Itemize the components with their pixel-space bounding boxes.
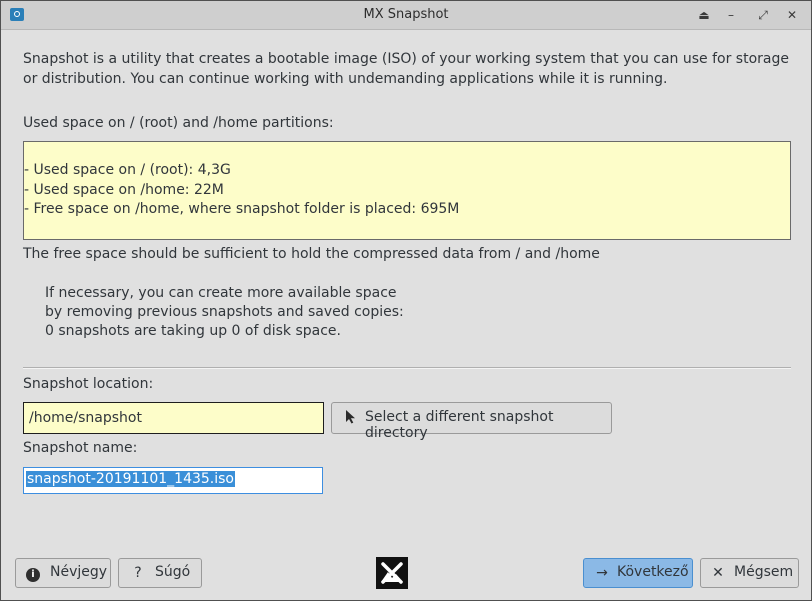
next-label: Következő [617, 564, 689, 580]
cancel-button[interactable]: ✕ Mégsem [700, 558, 799, 588]
select-directory-button[interactable]: Select a different snapshot directory [331, 402, 612, 441]
cancel-label: Mégsem [734, 564, 794, 580]
cursor-arrow-icon [343, 410, 359, 426]
snapshot-count-line: 0 snapshots are taking up 0 of disk spac… [45, 323, 341, 339]
used-space-home-line: - Used space on /home: 22M [24, 181, 224, 198]
mx-snapshot-window: MX Snapshot ⏏ – ⤢ ✕ Snapshot is a utilit… [0, 0, 812, 601]
free-space-note: The free space should be sufficient to h… [23, 246, 600, 262]
hint-line: If necessary, you can create more availa… [45, 285, 397, 301]
help-button[interactable]: ? Súgó [118, 558, 202, 588]
snapshot-location-field[interactable]: /home/snapshot [23, 402, 324, 434]
used-space-label: Used space on / (root) and /home partiti… [23, 115, 334, 131]
used-space-info-box: - Used space on / (root): 4,3G - Used sp… [23, 141, 791, 240]
info-icon: i [25, 565, 41, 582]
snapshot-name-field[interactable]: snapshot-20191101_1435.iso [23, 467, 323, 494]
close-window-icon[interactable]: ✕ [782, 5, 802, 25]
question-mark-icon: ? [134, 565, 142, 581]
about-button[interactable]: i Névjegy [15, 558, 111, 588]
close-icon: ✕ [712, 565, 724, 581]
free-space-hint: If necessary, you can create more availa… [45, 284, 404, 341]
next-button[interactable]: → Következő [583, 558, 693, 588]
used-space-root-line: - Used space on / (root): 4,3G [24, 162, 231, 178]
title-bar[interactable]: MX Snapshot ⏏ – ⤢ ✕ [1, 1, 811, 30]
snapshot-location-label: Snapshot location: [23, 376, 154, 392]
help-label: Súgó [155, 564, 191, 580]
about-label: Névjegy [50, 564, 108, 580]
snapshot-name-value: snapshot-20191101_1435.iso [26, 471, 235, 487]
hint-line: by removing previous snapshots and saved… [45, 304, 404, 320]
window-title: MX Snapshot [363, 7, 449, 22]
intro-text: Snapshot is a utility that creates a boo… [23, 51, 789, 87]
separator [23, 367, 791, 369]
mx-logo-icon [376, 557, 408, 589]
arrow-right-icon: → [596, 565, 608, 581]
keep-above-icon[interactable]: ⏏ [694, 5, 714, 25]
maximize-icon[interactable]: ⤢ [753, 5, 773, 25]
free-space-home-line: - Free space on /home, where snapshot fo… [24, 201, 460, 217]
snapshot-name-label: Snapshot name: [23, 440, 138, 456]
select-directory-label: Select a different snapshot directory [365, 409, 554, 441]
minimize-icon[interactable]: – [721, 5, 741, 25]
